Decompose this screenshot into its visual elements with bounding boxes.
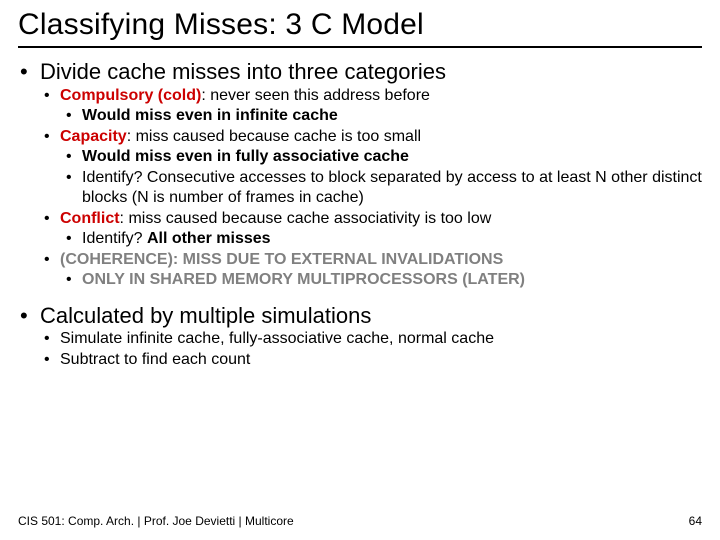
label: Conflict [60, 210, 120, 227]
bullet-list-2: Calculated by multiple simulations Simul… [18, 302, 702, 371]
page-number: 64 [689, 514, 702, 528]
text: (COHERENCE): MISS DUE TO EXTERNAL INVALI… [60, 251, 503, 268]
label: Compulsory (cold) [60, 87, 201, 104]
bullet-capacity-sub1: Would miss even in fully associative cac… [60, 147, 702, 167]
label: Capacity [60, 128, 127, 145]
footer-left: CIS 501: Comp. Arch. | Prof. Joe Deviett… [18, 514, 294, 528]
bullet-conflict-sub: Identify? All other misses [60, 229, 702, 249]
text-a: Identify? [82, 230, 147, 247]
text: Would miss even in infinite cache [82, 107, 338, 124]
text: ONLY IN SHARED MEMORY MULTIPROCESSORS (L… [82, 271, 525, 288]
text: : never seen this address before [201, 87, 430, 104]
bullet-capacity: Capacity: miss caused because cache is t… [40, 127, 702, 208]
text: Divide cache misses into three categorie… [40, 59, 446, 84]
text: Calculated by multiple simulations [40, 303, 371, 328]
bullet-calc: Calculated by multiple simulations Simul… [18, 302, 702, 371]
bullet-calc-sub2: Subtract to find each count [40, 350, 702, 370]
bullet-conflict: Conflict: miss caused because cache asso… [40, 209, 702, 249]
text: Subtract to find each count [60, 351, 250, 368]
bullet-coherence: (COHERENCE): MISS DUE TO EXTERNAL INVALI… [40, 250, 702, 290]
footer: CIS 501: Comp. Arch. | Prof. Joe Deviett… [18, 514, 702, 528]
title-rule [18, 46, 702, 48]
text-b: All other misses [147, 230, 271, 247]
text: Would miss even in fully associative cac… [82, 148, 409, 165]
bullet-coherence-sub: ONLY IN SHARED MEMORY MULTIPROCESSORS (L… [60, 270, 702, 290]
bullet-compulsory-sub: Would miss even in infinite cache [60, 106, 702, 126]
text: Simulate infinite cache, fully-associati… [60, 330, 494, 347]
bullet-divide: Divide cache misses into three categorie… [18, 58, 702, 290]
bullet-list: Divide cache misses into three categorie… [18, 58, 702, 290]
slide-title: Classifying Misses: 3 C Model [18, 8, 702, 42]
text: : miss caused because cache is too small [127, 128, 421, 145]
text: Identify? Consecutive accesses to block … [82, 169, 702, 206]
bullet-compulsory: Compulsory (cold): never seen this addre… [40, 86, 702, 126]
bullet-capacity-sub2: Identify? Consecutive accesses to block … [60, 168, 702, 208]
text: : miss caused because cache associativit… [120, 210, 492, 227]
bullet-calc-sub1: Simulate infinite cache, fully-associati… [40, 329, 702, 349]
